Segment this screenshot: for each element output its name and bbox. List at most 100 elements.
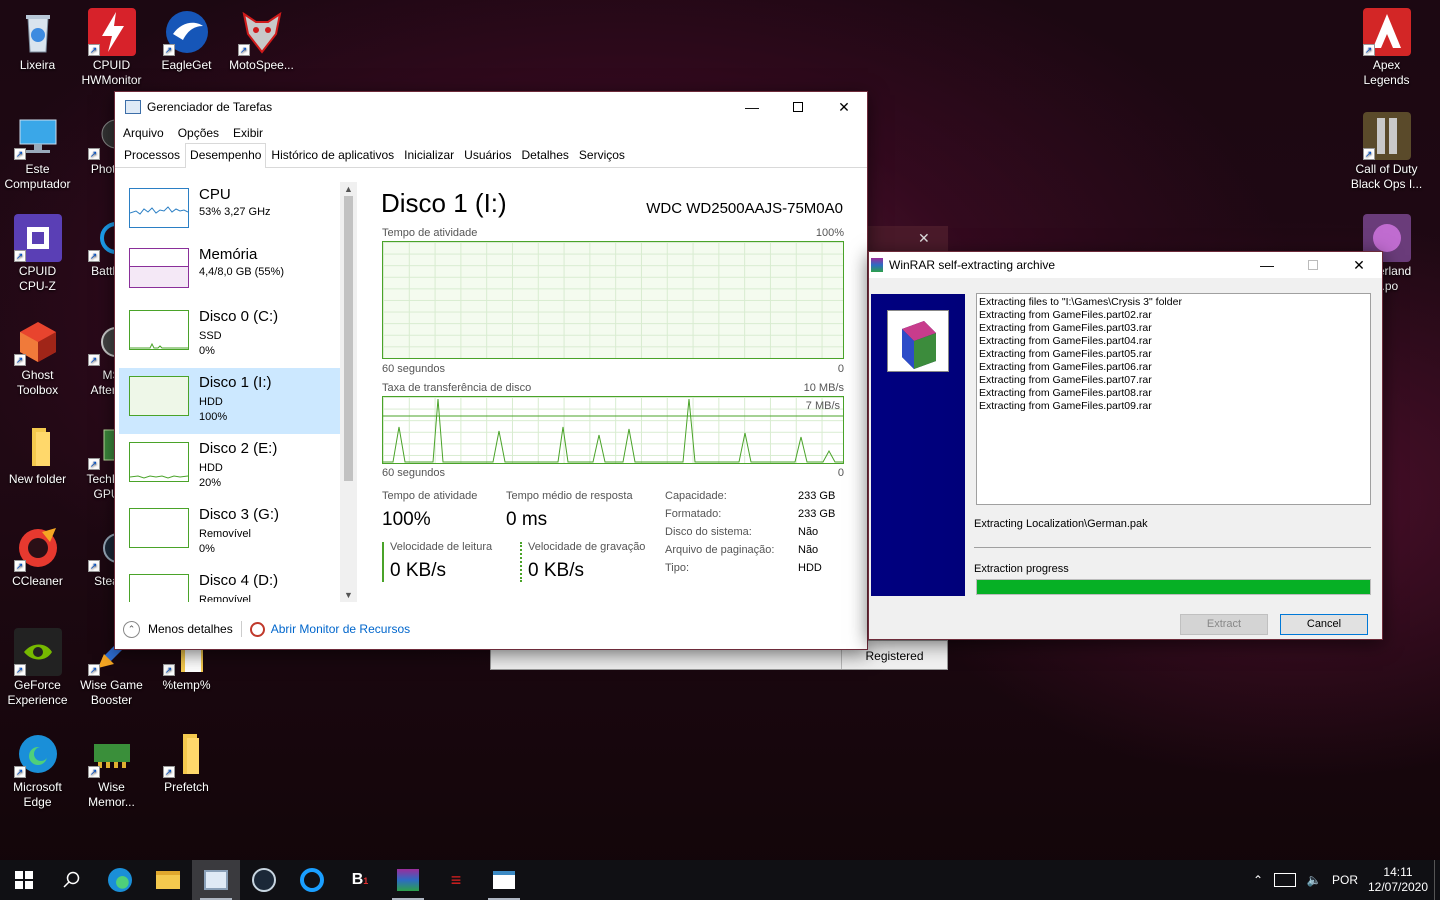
taskbar-task-manager[interactable] [192, 860, 240, 900]
recycle-bin-icon [14, 8, 62, 56]
sidebar-item-usage: 0% [199, 345, 215, 357]
minimize-button[interactable]: — [729, 92, 775, 122]
sidebar-item-disco-1[interactable]: Disco 1 (I:) HDD 100% [119, 368, 357, 434]
tab-detalhes[interactable]: Detalhes [517, 143, 574, 167]
disk-model: WDC WD2500AAJS-75M0A0 [646, 200, 843, 217]
close-icon[interactable]: ✕ [918, 230, 930, 247]
sidebar-item-type: HDD [199, 462, 223, 474]
desktop-icon-motospeed[interactable]: ↗ MotoSpee... [224, 8, 299, 73]
desktop-icon-cpuz[interactable]: ↗ CPUID CPU-Z [0, 214, 75, 294]
tab-usuarios[interactable]: Usuários [459, 143, 516, 167]
cancel-button[interactable]: Cancel [1280, 614, 1368, 635]
log-line: Extracting from GameFiles.part02.rar [979, 309, 1152, 321]
task-manager-window[interactable]: Gerenciador de Tarefas — ✕ Arquivo Opçõe… [114, 91, 868, 650]
sidebar-item-name: Disco 0 (C:) [199, 308, 279, 325]
desktop-icon-eagleget[interactable]: ↗ EagleGet [149, 8, 224, 73]
sidebar-item-name: Disco 3 (G:) [199, 506, 280, 523]
desktop-icon-computer[interactable]: ↗ Este Computador [0, 112, 75, 192]
taskbar-window[interactable] [480, 860, 528, 900]
maximize-icon [1308, 260, 1318, 270]
edge-icon [108, 868, 132, 892]
winrar-window[interactable]: WinRAR self-extracting archive — ✕ Extra… [868, 251, 1383, 640]
sidebar-item-name: Disco 2 (E:) [199, 440, 278, 457]
desktop-icon-wise-memory[interactable]: ↗ Wise Memor... [74, 730, 149, 810]
sidebar-item-type: SSD [199, 330, 222, 342]
folder-icon [156, 871, 180, 889]
close-icon: ✕ [1353, 256, 1365, 273]
minimize-button[interactable]: — [1244, 252, 1290, 278]
close-button[interactable]: ✕ [1336, 252, 1382, 278]
menu-opcoes[interactable]: Opções [178, 126, 219, 140]
desktop-icon-cod[interactable]: ↗ Call of Duty Black Ops I... [1349, 112, 1424, 192]
desktop-icon-ghost-toolbox[interactable]: ↗ Ghost Toolbox [0, 318, 75, 398]
tab-bar: Processos Desempenho Histórico de aplica… [115, 143, 867, 168]
menu-exibir[interactable]: Exibir [233, 126, 263, 140]
desktop-icon-hwmonitor[interactable]: ↗ CPUID HWMonitor [74, 8, 149, 88]
volume-icon[interactable]: 🔈 [1300, 873, 1328, 887]
background-window-titlebar[interactable]: ✕ [868, 226, 948, 252]
folder-icon [14, 422, 62, 470]
network-icon[interactable] [1274, 873, 1296, 887]
ghost-toolbox-icon: ↗ [13, 318, 62, 366]
info-type-label: Tipo: [665, 562, 690, 574]
show-desktop-button[interactable] [1434, 860, 1440, 900]
sidebar-item-usage: 20% [199, 477, 222, 489]
sidebar-item-memoria[interactable]: Memória 4,4/8,0 GB (55%) [119, 242, 357, 302]
desktop-icon-geforce[interactable]: ↗ GeForce Experience [0, 628, 75, 708]
sidebar-item-cpu[interactable]: CPU 53% 3,27 GHz [119, 182, 357, 242]
resource-monitor-link[interactable]: Abrir Monitor de Recursos [271, 622, 410, 636]
info-pagefile-value: Não [798, 544, 819, 556]
taskbar-app[interactable]: B1 [336, 860, 384, 900]
less-details-icon[interactable]: ⌃ [123, 620, 140, 638]
task-manager-titlebar[interactable]: Gerenciador de Tarefas — ✕ [115, 92, 867, 122]
minimize-icon: — [745, 99, 759, 115]
winrar-titlebar[interactable]: WinRAR self-extracting archive — ✕ [869, 252, 1382, 278]
extraction-log[interactable]: Extracting files to "I:\Games\Crysis 3" … [976, 293, 1371, 505]
extract-button[interactable]: Extract [1180, 614, 1268, 635]
separator [974, 547, 1371, 548]
menu-arquivo[interactable]: Arquivo [123, 126, 164, 140]
sidebar-item-disco-4[interactable]: Disco 4 (D:) Removível [119, 566, 357, 602]
desktop-icon-edge[interactable]: ↗ Microsoft Edge [0, 730, 75, 810]
close-icon: ✕ [838, 98, 850, 115]
disk2-thumbnail [129, 442, 189, 482]
log-line: Extracting from GameFiles.part04.rar [979, 335, 1152, 347]
sidebar-item-disco-0[interactable]: Disco 0 (C:) SSD 0% [119, 302, 357, 368]
sidebar-item-disco-3[interactable]: Disco 3 (G:) Removível 0% [119, 500, 357, 566]
clock[interactable]: 14:11 12/07/2020 [1362, 865, 1434, 895]
scrollbar-thumb[interactable] [344, 196, 353, 481]
sidebar-scrollbar[interactable]: ▲ ▼ [340, 182, 357, 602]
tab-inicializar[interactable]: Inicializar [399, 143, 459, 167]
desktop-icon-recycle-bin[interactable]: Lixeira [0, 8, 75, 73]
scroll-down-icon[interactable]: ▼ [340, 590, 357, 600]
sidebar-item-usage: 100% [199, 411, 228, 423]
window-title: WinRAR self-extracting archive [889, 258, 1056, 272]
taskbar-edge[interactable] [96, 860, 144, 900]
taskbar-uplay[interactable] [288, 860, 336, 900]
cod-icon: ↗ [1362, 112, 1411, 160]
desktop-icon-apex[interactable]: ↗ Apex Legends [1349, 8, 1424, 88]
info-system-disk-value: Não [798, 526, 819, 538]
tab-servicos[interactable]: Serviços [574, 143, 630, 167]
sidebar-item-disco-2[interactable]: Disco 2 (E:) HDD 20% [119, 434, 357, 500]
taskbar-steam[interactable] [240, 860, 288, 900]
taskbar-explorer[interactable] [144, 860, 192, 900]
language-indicator[interactable]: POR [1328, 873, 1362, 887]
desktop-icon-prefetch[interactable]: ↗ Prefetch [149, 730, 224, 795]
desktop-icon-ccleaner[interactable]: ↗ CCleaner [0, 524, 75, 589]
taskbar-winrar[interactable] [384, 860, 432, 900]
tab-processos[interactable]: Processos [119, 143, 185, 167]
info-capacity-value: 233 GB [798, 490, 836, 502]
chevron-up-icon[interactable]: ⌃ [1246, 873, 1270, 887]
start-button[interactable] [0, 860, 48, 900]
tab-desempenho[interactable]: Desempenho [185, 143, 267, 168]
tab-historico[interactable]: Histórico de aplicativos [266, 143, 399, 167]
desktop-icon-new-folder[interactable]: New folder [0, 422, 75, 487]
disk4-thumbnail [129, 574, 189, 602]
taskbar-msi[interactable]: ≡ [432, 860, 480, 900]
maximize-button[interactable] [775, 92, 821, 122]
scroll-up-icon[interactable]: ▲ [340, 184, 357, 194]
search-button[interactable] [48, 860, 96, 900]
close-button[interactable]: ✕ [821, 92, 867, 122]
less-details-link[interactable]: Menos detalhes [148, 622, 233, 636]
